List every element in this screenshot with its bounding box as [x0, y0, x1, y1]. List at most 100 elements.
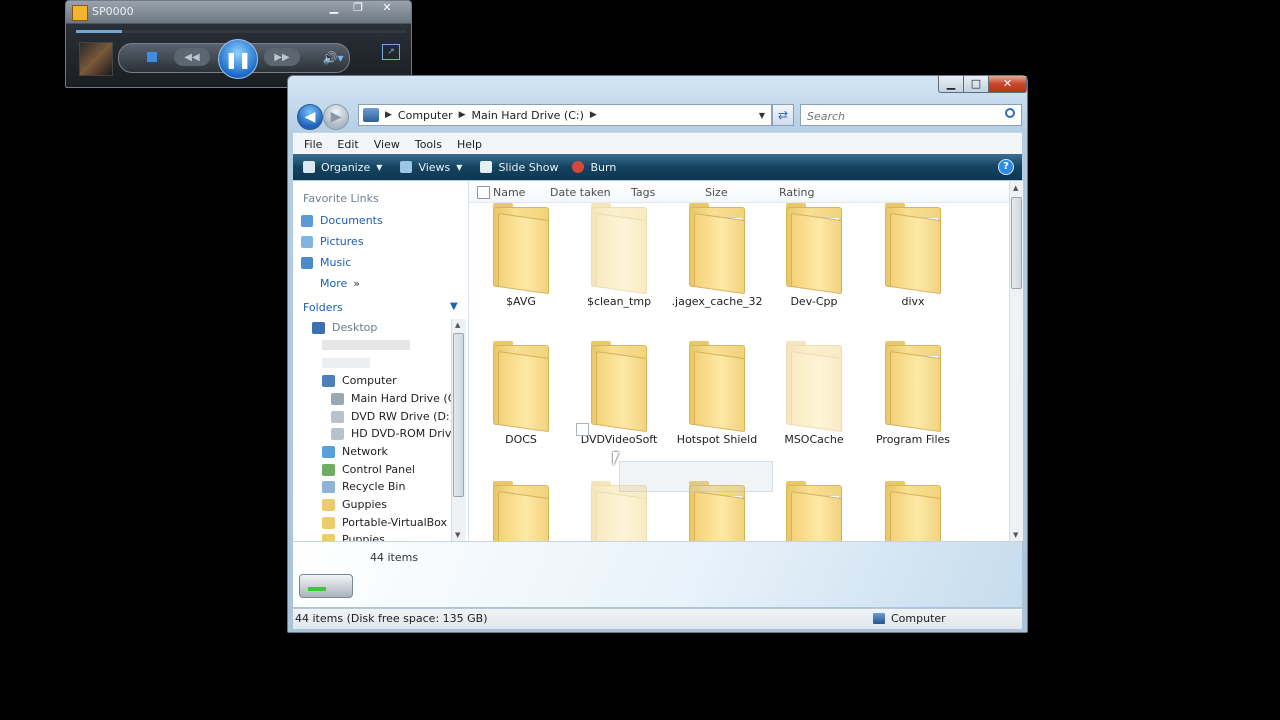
folder-item[interactable]: divx	[864, 203, 962, 308]
menu-view[interactable]: View	[374, 138, 400, 151]
column-rating[interactable]: Rating	[779, 186, 814, 199]
search-icon[interactable]	[1005, 108, 1015, 118]
recycle-bin-icon	[322, 480, 335, 493]
slideshow-button[interactable]: Slide Show	[480, 161, 558, 174]
menu-edit[interactable]: Edit	[337, 138, 358, 151]
item-checkbox[interactable]	[576, 423, 589, 436]
slideshow-icon	[480, 161, 493, 173]
scroll-down-icon[interactable]: ▼	[455, 531, 460, 539]
content-scrollbar[interactable]: ▲ ▼	[1009, 181, 1023, 541]
forward-button[interactable]: ▶	[323, 104, 349, 130]
select-all-checkbox[interactable]	[477, 186, 490, 199]
folders-header[interactable]: Folders ▼	[303, 301, 458, 314]
command-bar: Organize ▼ Views ▼ Slide Show Burn ?	[293, 154, 1022, 180]
scroll-down-icon[interactable]: ▼	[1013, 531, 1018, 539]
help-icon[interactable]: ?	[998, 159, 1014, 175]
folder-item[interactable]	[472, 481, 570, 541]
chevron-down-icon: ▼	[450, 301, 458, 312]
switch-to-library-icon[interactable]: ↗	[382, 44, 400, 60]
organize-icon	[303, 161, 315, 173]
menu-help[interactable]: Help	[457, 138, 482, 151]
dvd-drive-icon	[331, 427, 344, 440]
tree-recycle-bin[interactable]: Recycle Bin	[322, 480, 405, 493]
tree-computer[interactable]: Computer	[322, 374, 397, 387]
close-icon[interactable]: ✕	[372, 1, 402, 17]
stop-button[interactable]	[144, 49, 160, 65]
back-button[interactable]: ◀	[297, 104, 323, 130]
folder-item[interactable]: Hotspot Shield	[668, 341, 766, 446]
organize-button[interactable]: Organize ▼	[303, 161, 382, 174]
folder-icon	[885, 203, 941, 295]
fav-music[interactable]: Music	[301, 256, 351, 269]
seek-bar[interactable]	[76, 30, 406, 33]
folder-item[interactable]	[668, 481, 766, 541]
folder-item[interactable]	[570, 481, 668, 541]
breadcrumb-arrow-icon[interactable]: ▶	[590, 110, 597, 120]
folder-item[interactable]: Dev-Cpp	[765, 203, 863, 308]
views-button[interactable]: Views ▼	[400, 161, 462, 174]
breadcrumb-computer[interactable]: Computer	[398, 109, 453, 122]
breadcrumb-main-hard-drive[interactable]: Main Hard Drive (C:)	[472, 109, 584, 122]
maximize-button[interactable]: □	[963, 76, 989, 93]
column-size[interactable]: Size	[705, 186, 728, 199]
column-name[interactable]: Name	[493, 186, 525, 199]
folder-item[interactable]: .jagex_cache_32	[668, 203, 766, 308]
breadcrumb-arrow-icon[interactable]: ▶	[385, 110, 392, 120]
folder-icon	[493, 481, 549, 541]
nav-scroll-thumb[interactable]	[453, 333, 464, 497]
column-tags[interactable]: Tags	[631, 186, 655, 199]
folder-icon	[591, 341, 647, 433]
pictures-icon	[301, 235, 313, 248]
burn-icon	[572, 161, 585, 173]
folder-item[interactable]	[765, 481, 863, 541]
folder-item[interactable]: DOCS	[472, 341, 570, 446]
fav-documents[interactable]: Documents	[301, 214, 383, 227]
scroll-up-icon[interactable]: ▲	[1013, 184, 1018, 192]
content-scroll-thumb[interactable]	[1011, 197, 1022, 289]
folder-item[interactable]: $clean_tmp	[570, 203, 668, 308]
menu-tools[interactable]: Tools	[415, 138, 442, 151]
tree-control-panel[interactable]: Control Panel	[322, 463, 415, 476]
chevron-down-icon: ▼	[376, 162, 383, 172]
tree-main-hard-drive[interactable]: Main Hard Drive (C:)	[331, 392, 463, 405]
minimize-button[interactable]: ▁	[938, 76, 964, 93]
previous-button[interactable]: ◀◀	[174, 48, 210, 66]
fav-more[interactable]: More»	[320, 277, 360, 290]
scroll-up-icon[interactable]: ▲	[455, 321, 460, 329]
burn-button[interactable]: Burn	[572, 161, 616, 174]
blurred-item	[322, 358, 370, 368]
tree-dvd-rw-drive[interactable]: DVD RW Drive (D:)	[331, 410, 454, 423]
tree-desktop[interactable]: Desktop	[312, 321, 377, 334]
nav-scrollbar[interactable]: ▲ ▼	[451, 319, 466, 541]
folder-label: $AVG	[506, 295, 536, 308]
breadcrumb-arrow-icon[interactable]: ▶	[459, 110, 466, 120]
tree-guppies[interactable]: Guppies	[322, 498, 387, 511]
folder-icon	[322, 533, 335, 541]
tree-hd-dvd-rom-drive[interactable]: HD DVD-ROM Drive	[331, 427, 458, 440]
search-input[interactable]	[805, 106, 989, 126]
folder-icon	[885, 341, 941, 433]
pause-button[interactable]: ❚❚	[218, 39, 258, 79]
menu-bar: File Edit View Tools Help	[293, 132, 1022, 155]
item-count: 44 items	[370, 551, 419, 564]
tree-portable-virtualbox[interactable]: Portable-VirtualBox	[322, 516, 447, 529]
folder-item[interactable]: Program Files	[864, 341, 962, 446]
column-date-taken[interactable]: Date taken	[550, 186, 611, 199]
dvd-drive-icon	[331, 410, 344, 423]
fav-pictures[interactable]: Pictures	[301, 235, 364, 248]
address-dropdown-icon[interactable]: ▼	[759, 111, 765, 120]
close-button[interactable]: ✕	[988, 76, 1027, 93]
minimize-icon[interactable]: ▁	[322, 1, 346, 17]
next-button[interactable]: ▶▶	[264, 48, 300, 66]
address-bar[interactable]: ▶ Computer ▶ Main Hard Drive (C:) ▶ ▼	[358, 104, 772, 126]
menu-file[interactable]: File	[304, 138, 322, 151]
tree-network[interactable]: Network	[322, 445, 388, 458]
folder-item[interactable]: $AVG	[472, 203, 570, 308]
folder-item[interactable]	[864, 481, 962, 541]
folder-item[interactable]: MSOCache	[765, 341, 863, 446]
refresh-button[interactable]: ⇄	[772, 104, 794, 126]
search-box[interactable]	[800, 104, 1022, 126]
restore-icon[interactable]: ❐	[346, 1, 370, 17]
tree-puppies[interactable]: Puppies	[322, 533, 385, 541]
volume-icon[interactable]: 🔊▾	[318, 50, 348, 66]
